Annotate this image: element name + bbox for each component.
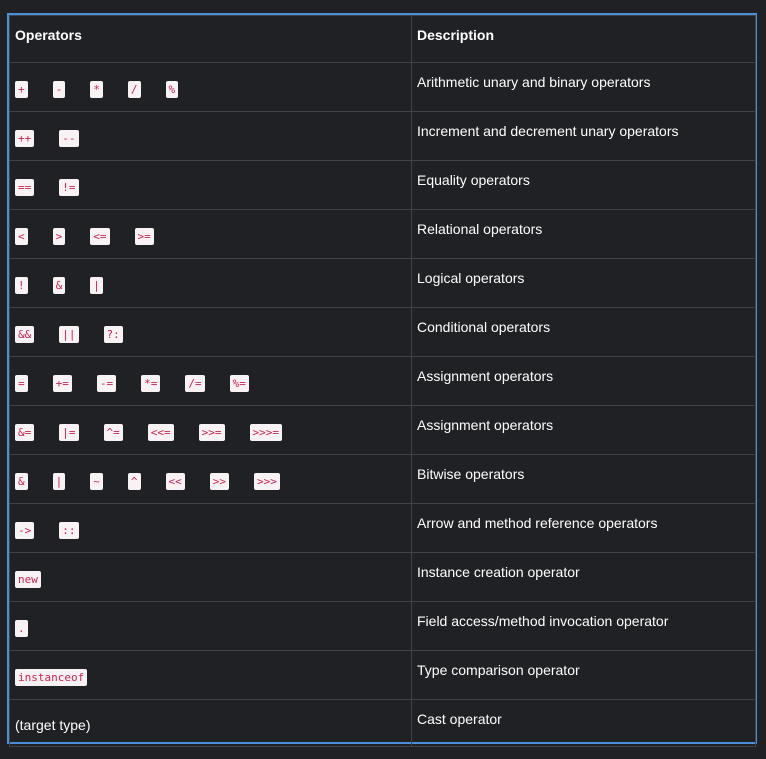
operator-code: <= xyxy=(90,228,110,245)
table-row: &= |= ^= <<= >>= >>>= Assignment operators xyxy=(9,405,756,455)
table-row: new Instance creation operator xyxy=(9,552,756,602)
operator-code: :: xyxy=(59,522,79,539)
operator-code: & xyxy=(52,277,66,294)
description-cell: Field access/method invocation operator xyxy=(411,601,756,651)
operators-cell: = += -= *= /= %= xyxy=(9,356,412,406)
header-description: Description xyxy=(411,15,756,63)
operator-code: -- xyxy=(59,130,79,147)
table-row: ++ -- Increment and decrement unary operat… xyxy=(9,111,756,161)
operator-code: ?: xyxy=(103,326,123,343)
operator-code: -= xyxy=(96,375,117,392)
operator-code: - xyxy=(52,81,66,98)
operator-code: %= xyxy=(229,375,249,392)
operator-code: -> xyxy=(15,522,35,539)
operators-table-container: Operators Description + - * /% Arithmetic un… xyxy=(7,13,757,747)
operator-code: *= xyxy=(141,375,161,392)
description-cell: Conditional operators xyxy=(411,307,756,357)
operator-plain-text: (target type) xyxy=(15,717,91,733)
operators-table: Operators Description + - * /% Arithmetic un… xyxy=(9,15,756,747)
operator-code: >> xyxy=(209,473,229,490)
description-cell: Assignment operators xyxy=(411,405,756,455)
operator-code: / xyxy=(127,81,141,98)
description-cell: Equality operators xyxy=(411,160,756,210)
table-row: instanceof Type comparison operator xyxy=(9,650,756,700)
operators-cell: ! & | xyxy=(9,258,412,308)
operator-code: < xyxy=(15,228,28,245)
table-row: . Field access/method invocation operator xyxy=(9,601,756,651)
table-row: == != Equality operators xyxy=(9,160,756,210)
operator-code: >>= xyxy=(198,424,225,441)
table-body: + - * /% Arithmetic unary and binary operato… xyxy=(9,62,756,747)
operators-cell: ->:: xyxy=(9,503,412,553)
operators-cell: instanceof xyxy=(9,650,412,700)
operator-code: | xyxy=(90,277,103,294)
table-row: < > <= >= Relational operators xyxy=(9,209,756,259)
operator-code: | xyxy=(52,473,66,490)
operator-code: <<= xyxy=(147,424,174,441)
description-cell: Bitwise operators xyxy=(411,454,756,504)
operator-code: &= xyxy=(15,424,35,441)
operator-code: && xyxy=(15,326,35,343)
operators-cell: && ||?: xyxy=(9,307,412,357)
description-cell: Assignment operators xyxy=(411,356,756,406)
description-cell: Arithmetic unary and binary operators xyxy=(411,62,756,112)
operator-code: ! xyxy=(15,277,28,294)
operators-cell: &= |= ^= <<= >>= >>>= xyxy=(9,405,412,455)
table-row: + - * /% Arithmetic unary and binary operato… xyxy=(9,62,756,112)
table-row: & | ~ ^ << >> >>> Bitwise operators xyxy=(9,454,756,504)
operator-code: ^= xyxy=(103,424,123,441)
operator-code: = xyxy=(15,375,28,392)
operators-cell: new xyxy=(9,552,412,602)
operator-code: << xyxy=(165,473,185,490)
operator-code: & xyxy=(15,473,28,490)
operators-cell: + - * /% xyxy=(9,62,412,112)
operator-code: >>>= xyxy=(249,424,282,441)
operator-code: * xyxy=(90,81,103,98)
operator-code: |= xyxy=(59,424,79,441)
table-row: && ||?: Conditional operators xyxy=(9,307,756,357)
operator-code: ++ xyxy=(15,130,35,147)
operator-code: ^ xyxy=(127,473,141,490)
description-cell: Instance creation operator xyxy=(411,552,756,602)
description-cell: Increment and decrement unary operators xyxy=(411,111,756,161)
operators-cell: == != xyxy=(9,160,412,210)
description-cell: Type comparison operator xyxy=(411,650,756,700)
header-operators: Operators xyxy=(9,15,412,63)
operator-code: || xyxy=(59,326,79,343)
operators-cell: & | ~ ^ << >> >>> xyxy=(9,454,412,504)
operator-code: instanceof xyxy=(15,669,88,686)
operator-code: % xyxy=(165,81,179,98)
operator-code: /= xyxy=(185,375,205,392)
operators-cell: ++ -- xyxy=(9,111,412,161)
operator-code: ~ xyxy=(90,473,103,490)
operator-code: != xyxy=(59,179,79,196)
operator-code: += xyxy=(52,375,72,392)
table-row: (target type) Cast operator xyxy=(9,699,756,747)
table-header-row: Operators Description xyxy=(9,15,756,63)
operator-code: . xyxy=(15,620,28,637)
description-cell: Cast operator xyxy=(411,699,756,747)
operators-cell: (target type) xyxy=(9,699,412,747)
operators-cell: . xyxy=(9,601,412,651)
table-row: ! & | Logical operators xyxy=(9,258,756,308)
operators-cell: < > <= >= xyxy=(9,209,412,259)
operator-code: >>> xyxy=(254,473,280,490)
operator-code: new xyxy=(15,571,41,588)
operator-code: + xyxy=(15,81,28,98)
operator-code: == xyxy=(15,179,35,196)
description-cell: Relational operators xyxy=(411,209,756,259)
table-row: = += -= *= /= %= Assignment operators xyxy=(9,356,756,406)
description-cell: Arrow and method reference operators xyxy=(411,503,756,553)
operator-code: >= xyxy=(134,228,154,245)
operator-code: > xyxy=(52,228,66,245)
description-cell: Logical operators xyxy=(411,258,756,308)
table-row: ->:: Arrow and method reference operators xyxy=(9,503,756,553)
